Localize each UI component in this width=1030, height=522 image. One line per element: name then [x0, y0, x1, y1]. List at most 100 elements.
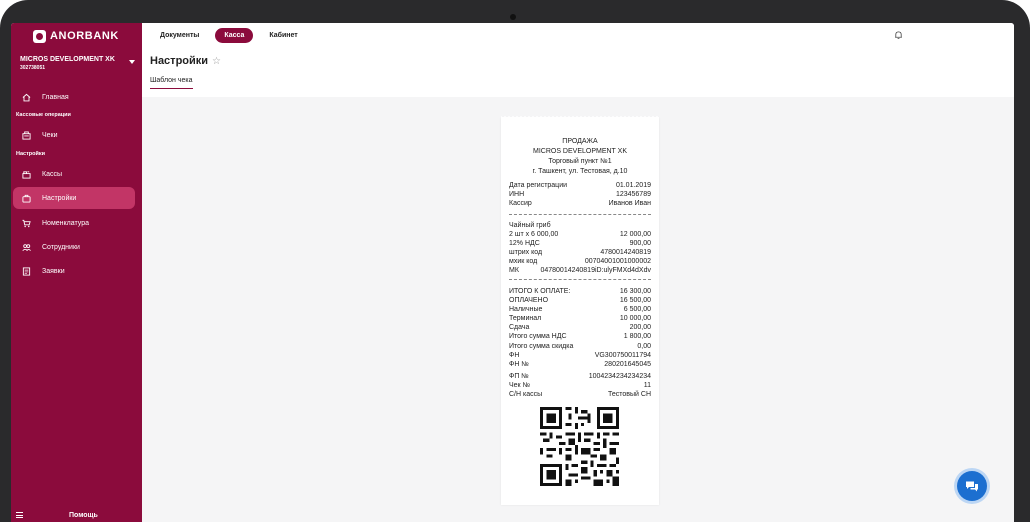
tab-receipt-template[interactable]: Шаблон чека [150, 77, 193, 89]
section-settings: Настройки [16, 151, 46, 157]
receipt-preview: ПРОДАЖА MICROS DEVELOPMENT XK Торговый п… [501, 115, 659, 505]
row-label: 12% НДС [509, 240, 540, 248]
row-value: 6 500,00 [623, 306, 651, 314]
row-value: 11 [643, 381, 651, 389]
row-value: 900,00 [629, 240, 651, 248]
receipt-header-line: MICROS DEVELOPMENT XK [532, 148, 627, 155]
receipt-row: МК 04780014240819iD:ulyFMXd4dXdv [509, 266, 651, 275]
receipt-row: Итого сумма скидка 0,00 [509, 342, 651, 351]
receipt-header: ПРОДАЖА MICROS DEVELOPMENT XK Торговый п… [501, 137, 659, 177]
row-value: 04780014240819iD:ulyFMXd4dXdv [540, 267, 651, 275]
row-label: Дата регистрации [509, 182, 568, 189]
receipt-row: ОПЛАЧЕНО 16 500,00 [509, 296, 651, 305]
row-label: Кассир [509, 200, 532, 208]
sidebar-item-nomenclature[interactable]: Номенклатура [13, 212, 135, 234]
document-icon [22, 266, 31, 276]
receipt-row: С/Н кассы Тестовый СН [509, 390, 651, 399]
receipt-divider [509, 214, 651, 215]
receipt-row: 2 шт х 6 000,00 12 000,00 [509, 230, 651, 239]
sidebar-item-label: Номенклатура [42, 219, 89, 227]
star-icon[interactable]: ☆ [212, 56, 221, 67]
row-value: Тестовый СН [607, 391, 651, 399]
receipt-row: мхик код 00704001001000002 [509, 257, 651, 266]
sidebar-item-requests[interactable]: Заявки [13, 260, 135, 282]
company-id: 302738051 [20, 65, 46, 71]
row-label: ИНН [509, 191, 525, 199]
sidebar-item-employees[interactable]: Сотрудники [13, 236, 135, 258]
row-value: 1004234234234234 [588, 372, 651, 380]
bell-icon[interactable] [894, 30, 903, 40]
receipt-totals: ИТОГО К ОПЛАТЕ: 16 300,00 ОПЛАЧЕНО 16 500,… [509, 287, 651, 399]
logo[interactable]: ANORBANK [33, 29, 119, 43]
sidebar-item-receipts[interactable]: Чеки [13, 124, 135, 146]
row-label: 2 шт х 6 000,00 [509, 231, 559, 239]
home-icon [22, 93, 31, 102]
receipt-row: ФП № 1004234234234234 [509, 372, 651, 381]
row-value: 1 800,00 [623, 333, 651, 341]
row-value: 280201645045 [604, 360, 651, 368]
logo-mark-icon [33, 29, 46, 43]
row-label: мхик код [509, 258, 538, 266]
company-selector[interactable]: MICROS DEVELOPMENT XK 302738051 [20, 56, 135, 71]
row-value: 16 300,00 [619, 288, 651, 295]
page-title-wrap: Настройки ☆ [150, 55, 221, 67]
sidebar-item-home[interactable]: Главная [13, 86, 135, 108]
menu-icon[interactable] [16, 512, 23, 518]
page-header: Настройки ☆ Шаблон чека [142, 47, 1014, 97]
row-value: 4780014240819 [600, 249, 651, 257]
sidebar-item-cash-registers[interactable]: Кассы [13, 163, 135, 185]
sidebar-item-label: Чеки [42, 131, 58, 139]
receipt-item: Чайный гриб 2 шт х 6 000,00 12 000,00 12%… [509, 221, 651, 276]
row-label: Чек № [509, 381, 531, 389]
row-value: 0,00 [637, 342, 651, 350]
row-label: ФН [509, 351, 520, 359]
row-value: 200,00 [629, 324, 651, 332]
sidebar-item-label: Настройки [42, 194, 77, 202]
chat-button[interactable] [957, 471, 987, 501]
top-bar: Документы Касса Кабинет [142, 23, 1014, 47]
company-name: MICROS DEVELOPMENT XK [20, 56, 115, 63]
row-label: ФН № [509, 360, 529, 368]
section-cash-operations: Кассовые операции [16, 112, 71, 118]
receipt-row: Итого сумма НДС 1 800,00 [509, 332, 651, 341]
row-label: Терминал [509, 315, 542, 323]
chat-icon [966, 481, 978, 491]
row-label: Сдача [509, 324, 530, 332]
receipt-divider [509, 279, 651, 280]
help-bar[interactable]: Помощь [11, 508, 142, 522]
sidebar-item-label: Сотрудники [42, 243, 80, 251]
camera-dot [510, 14, 516, 20]
device-frame: ANORBANK MICROS DEVELOPMENT XK 302738051… [0, 0, 1030, 522]
item-name-text: Чайный гриб [509, 222, 551, 229]
row-label: штрих код [509, 249, 543, 257]
receipt-icon [22, 130, 31, 140]
receipt-row: Дата регистрации 01.01.2019 [509, 181, 651, 190]
receipt-row: ИНН 123456789 [509, 190, 651, 199]
sidebar: ANORBANK MICROS DEVELOPMENT XK 302738051… [11, 23, 142, 522]
row-label: Итого сумма скидка [509, 342, 574, 350]
receipt-row: Чек № 11 [509, 381, 651, 390]
receipt-row: ФН VG300750011794 [509, 351, 651, 360]
row-value: Иванов Иван [608, 200, 651, 208]
tab-cash[interactable]: Касса [215, 27, 254, 43]
row-label: ИТОГО К ОПЛАТЕ: [509, 288, 571, 295]
row-value: 123456789 [615, 191, 651, 199]
sidebar-item-settings[interactable]: Настройки [13, 187, 135, 209]
receipt-header-line: Торговый пункт №1 [548, 158, 612, 165]
tab-documents[interactable]: Документы [151, 28, 208, 43]
tab-cabinet[interactable]: Кабинет [260, 28, 306, 43]
qr-code [540, 407, 619, 486]
row-value: 16 500,00 [619, 297, 651, 305]
row-value: 10 000,00 [619, 315, 651, 323]
receipt-header-line: ПРОДАЖА [562, 138, 598, 145]
users-icon [22, 243, 31, 252]
row-label: МК [509, 267, 519, 275]
receipt-header-line: г. Ташкент, ул. Тестовая, д.10 [532, 168, 628, 175]
app-screen: ANORBANK MICROS DEVELOPMENT XK 302738051… [11, 23, 1014, 522]
receipt-row: Кассир Иванов Иван [509, 199, 651, 208]
receipt-row: Сдача 200,00 [509, 323, 651, 332]
row-label: Наличные [509, 306, 543, 314]
row-value: 12 000,00 [619, 231, 651, 239]
help-label: Помощь [69, 511, 98, 519]
page-title: Настройки [150, 55, 209, 67]
